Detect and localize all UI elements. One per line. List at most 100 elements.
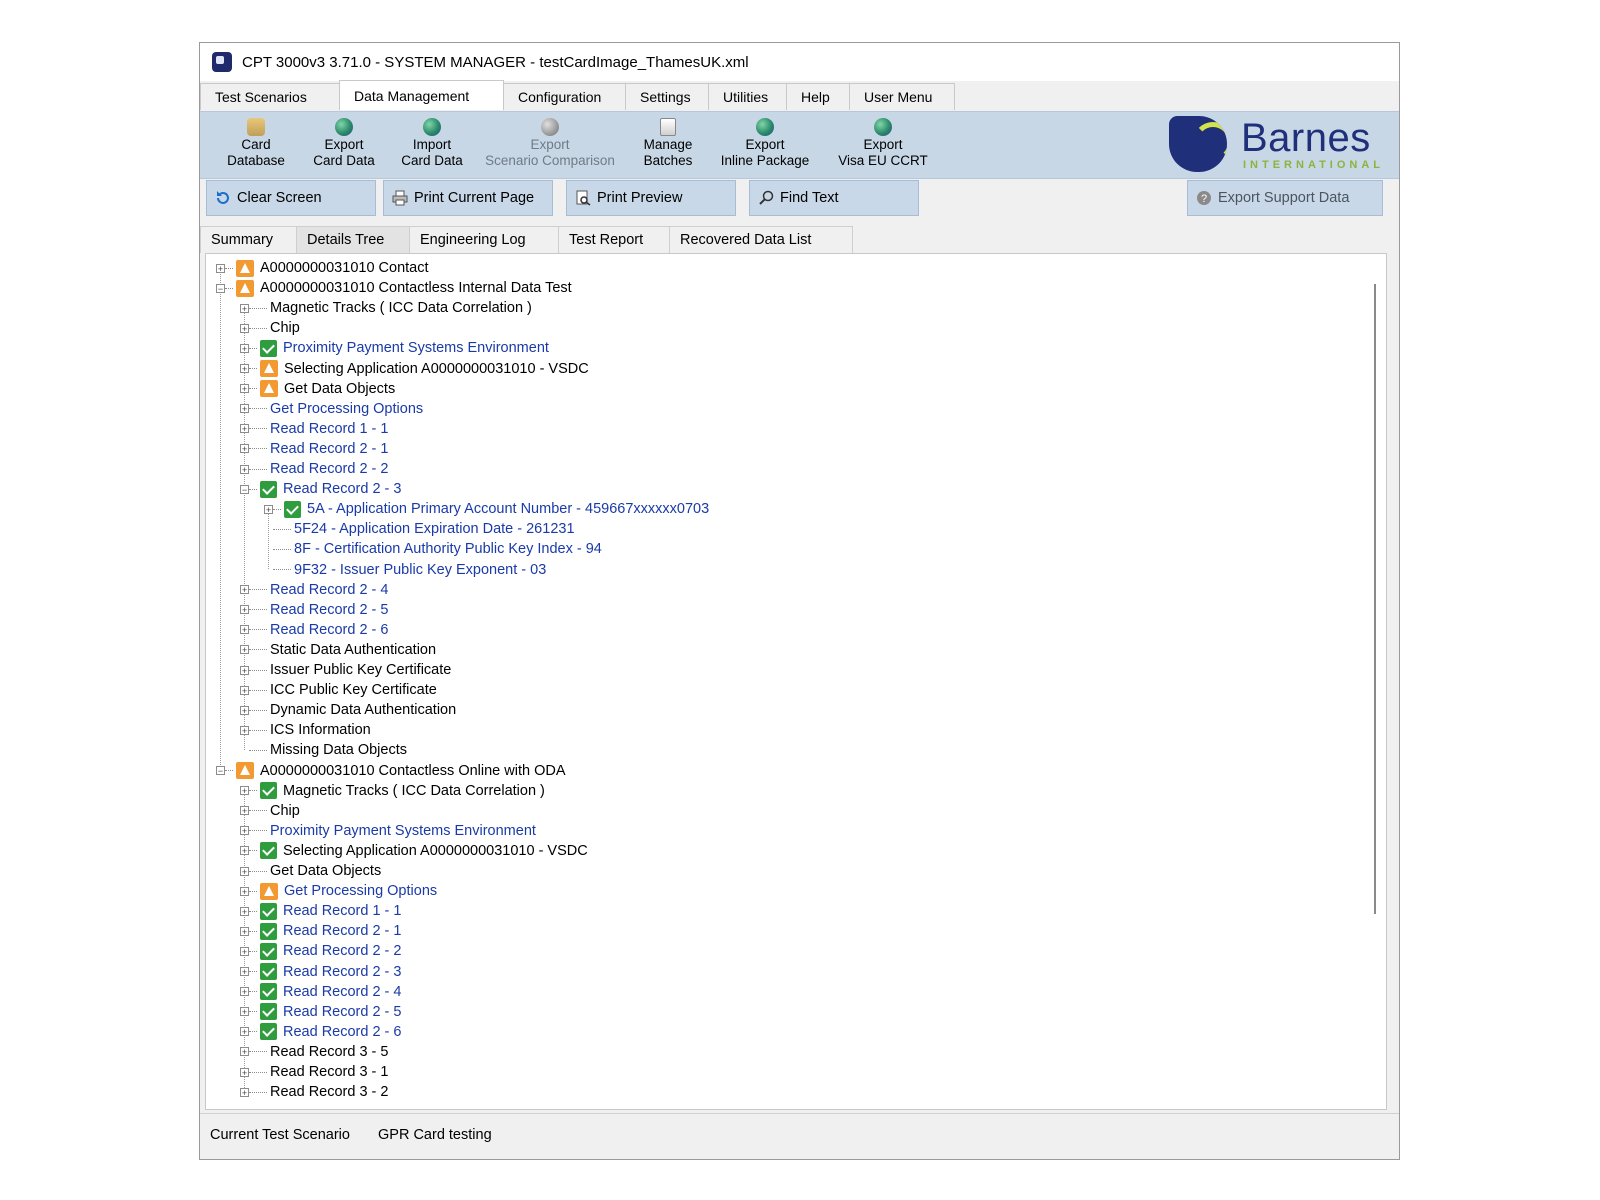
tree-node[interactable]: + Read Record 1 - 1 — [240, 901, 401, 921]
expand-icon[interactable]: + — [240, 946, 249, 956]
tree-node[interactable]: + Get Processing Options — [240, 399, 423, 419]
collapse-icon[interactable]: − — [216, 283, 225, 293]
tree-node[interactable]: + Read Record 2 - 2 — [240, 941, 401, 961]
tree-node[interactable]: + Read Record 2 - 1 — [240, 921, 401, 941]
tree-node[interactable]: + Read Record 2 - 6 — [240, 1022, 401, 1042]
tree-node[interactable]: + Chip — [240, 801, 300, 821]
tab-utilities[interactable]: Utilities — [708, 83, 787, 110]
expand-icon[interactable]: + — [240, 685, 249, 695]
tree-node[interactable]: Missing Data Objects — [240, 740, 407, 760]
expand-icon[interactable]: + — [240, 424, 249, 434]
tree-node[interactable]: − A0000000031010 Contactless Online with … — [216, 761, 566, 781]
tab-details-tree[interactable]: Details Tree — [296, 226, 410, 253]
tree-node[interactable]: + Read Record 3 - 1 — [240, 1062, 388, 1082]
collapse-icon[interactable]: − — [240, 484, 249, 494]
print-current-page-button[interactable]: Print Current Page — [383, 180, 553, 216]
tree-node[interactable]: + Get Processing Options — [240, 881, 437, 901]
tree-node[interactable]: + Proximity Payment Systems Environment — [240, 338, 549, 358]
export-card-data-button[interactable]: Export Card Data — [308, 118, 380, 169]
find-text-button[interactable]: Find Text — [749, 180, 919, 216]
expand-icon[interactable]: + — [240, 1007, 249, 1017]
expand-icon[interactable]: + — [240, 1047, 249, 1057]
print-preview-button[interactable]: Print Preview — [566, 180, 736, 216]
vertical-scrollbar[interactable] — [1374, 284, 1376, 914]
tree-node[interactable]: + Read Record 2 - 4 — [240, 580, 388, 600]
expand-icon[interactable]: + — [240, 1067, 249, 1077]
expand-icon[interactable]: + — [240, 364, 249, 374]
tree-node[interactable]: 5F24 - Application Expiration Date - 261… — [264, 519, 575, 539]
tab-data-management[interactable]: Data Management — [339, 80, 504, 110]
tree-node[interactable]: + Read Record 2 - 5 — [240, 600, 388, 620]
tree-node[interactable]: + Issuer Public Key Certificate — [240, 660, 451, 680]
expand-icon[interactable]: + — [240, 404, 249, 414]
tree-node[interactable]: + Selecting Application A0000000031010 - … — [240, 841, 588, 861]
tab-engineering-log[interactable]: Engineering Log — [409, 226, 559, 253]
tree-node[interactable]: + Magnetic Tracks ( ICC Data Correlation … — [240, 781, 545, 801]
tree-node[interactable]: − A0000000031010 Contactless Internal Dat… — [216, 278, 572, 298]
expand-icon[interactable]: + — [240, 303, 249, 313]
expand-icon[interactable]: + — [240, 926, 249, 936]
expand-icon[interactable]: + — [240, 464, 249, 474]
tab-test-report[interactable]: Test Report — [558, 226, 670, 253]
expand-icon[interactable]: + — [240, 384, 249, 394]
tree-node[interactable]: + Read Record 1 - 1 — [240, 419, 388, 439]
tree-node[interactable]: + Read Record 3 - 5 — [240, 1042, 388, 1062]
export-inline-package-button[interactable]: Export Inline Package — [715, 118, 815, 169]
tab-help[interactable]: Help — [786, 83, 850, 110]
tab-user-menu[interactable]: User Menu — [849, 83, 955, 110]
tree-node[interactable]: + A0000000031010 Contact — [216, 258, 429, 278]
expand-icon[interactable]: + — [240, 826, 249, 836]
expand-icon[interactable]: + — [216, 263, 225, 273]
tree-node[interactable]: + Static Data Authentication — [240, 640, 436, 660]
tree-node[interactable]: + Read Record 2 - 2 — [240, 459, 388, 479]
expand-icon[interactable]: + — [240, 444, 249, 454]
card-database-button[interactable]: Card Database — [224, 118, 288, 169]
expand-icon[interactable]: + — [240, 585, 249, 595]
import-card-data-button[interactable]: Import Card Data — [396, 118, 468, 169]
tree-node[interactable]: + Get Data Objects — [240, 379, 395, 399]
tree-node[interactable]: + Proximity Payment Systems Environment — [240, 821, 536, 841]
expand-icon[interactable]: + — [240, 786, 249, 796]
export-visa-eu-ccrt-button[interactable]: Export Visa EU CCRT — [834, 118, 932, 169]
tree-node[interactable]: − Read Record 2 - 3 — [240, 479, 401, 499]
details-tree[interactable]: + A0000000031010 Contact − A0000000031010 C… — [205, 253, 1387, 1110]
expand-icon[interactable]: + — [240, 806, 249, 816]
tree-node[interactable]: + Read Record 2 - 6 — [240, 620, 388, 640]
tree-node[interactable]: + ICS Information — [240, 720, 371, 740]
tab-configuration[interactable]: Configuration — [503, 83, 626, 110]
expand-icon[interactable]: + — [240, 886, 249, 896]
tab-test-scenarios[interactable]: Test Scenarios — [200, 83, 340, 110]
tab-recovered-data-list[interactable]: Recovered Data List — [669, 226, 853, 253]
tree-node[interactable]: + Selecting Application A0000000031010 - … — [240, 359, 589, 379]
tab-settings[interactable]: Settings — [625, 83, 709, 110]
expand-icon[interactable]: + — [240, 906, 249, 916]
tree-node[interactable]: +5A - Application Primary Account Number… — [264, 499, 709, 519]
tree-node[interactable]: + Read Record 2 - 1 — [240, 439, 388, 459]
tree-node[interactable]: + Chip — [240, 318, 300, 338]
tree-node[interactable]: + Read Record 2 - 4 — [240, 982, 401, 1002]
collapse-icon[interactable]: − — [216, 766, 225, 776]
tab-summary[interactable]: Summary — [200, 226, 297, 253]
tree-node[interactable]: + Read Record 2 - 5 — [240, 1002, 401, 1022]
expand-icon[interactable]: + — [240, 1087, 249, 1097]
expand-icon[interactable]: + — [240, 725, 249, 735]
expand-icon[interactable]: + — [240, 343, 249, 353]
tree-node[interactable]: + Magnetic Tracks ( ICC Data Correlation … — [240, 298, 532, 318]
tree-node[interactable]: + Dynamic Data Authentication — [240, 700, 456, 720]
tree-node[interactable]: 8F - Certification Authority Public Key … — [264, 539, 602, 559]
expand-icon[interactable]: + — [240, 705, 249, 715]
tree-node[interactable]: + Get Data Objects — [240, 861, 381, 881]
expand-icon[interactable]: + — [240, 665, 249, 675]
expand-icon[interactable]: + — [240, 967, 249, 977]
export-support-data-button[interactable]: ? Export Support Data — [1187, 180, 1383, 216]
tree-node[interactable]: + Read Record 3 - 2 — [240, 1082, 388, 1102]
expand-icon[interactable]: + — [240, 625, 249, 635]
tree-node[interactable]: + ICC Public Key Certificate — [240, 680, 437, 700]
expand-icon[interactable]: + — [264, 504, 273, 514]
clear-screen-button[interactable]: Clear Screen — [206, 180, 376, 216]
manage-batches-button[interactable]: Manage Batches — [636, 118, 700, 169]
expand-icon[interactable]: + — [240, 987, 249, 997]
expand-icon[interactable]: + — [240, 846, 249, 856]
expand-icon[interactable]: + — [240, 323, 249, 333]
export-scenario-comparison-button[interactable]: Export Scenario Comparison — [484, 118, 616, 169]
